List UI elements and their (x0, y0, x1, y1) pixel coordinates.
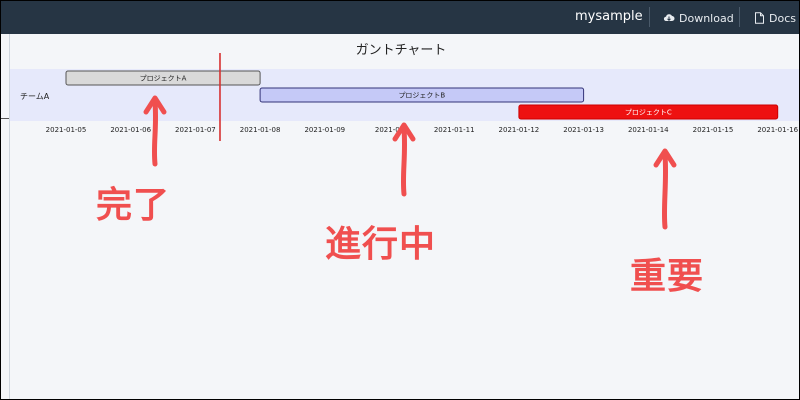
row-label: チームA (20, 92, 50, 101)
x-tick-label: 2021-01-11 (434, 126, 475, 134)
task-label: プロジェクトC (625, 109, 672, 117)
x-tick-label: 2021-01-09 (304, 126, 345, 134)
x-tick-label: 2021-01-06 (110, 126, 151, 134)
task-label: プロジェクトB (398, 92, 445, 100)
x-tick-label: 2021-01-12 (499, 126, 540, 134)
x-tick-label: 2021-01-07 (175, 126, 216, 134)
annotation-critical: 重要 (630, 256, 705, 297)
task-label: プロジェクトA (140, 75, 187, 83)
annotation-arrow-critical (661, 152, 669, 230)
annotation-arrow-active (400, 126, 408, 197)
annotation-done: 完了 (96, 185, 171, 226)
x-tick-label: 2021-01-13 (563, 126, 604, 134)
x-tick-label: 2021-01-14 (628, 126, 669, 134)
x-tick-label: 2021-01-08 (240, 126, 281, 134)
app-frame: mysample Download Docs ガントチャート チームA 2021-… (0, 0, 800, 400)
x-tick-label: 2021-01-05 (46, 126, 87, 134)
x-tick-label: 2021-01-16 (757, 126, 798, 134)
annotation-arrow-done (151, 99, 159, 167)
annotation-active: 進行中 (325, 224, 437, 265)
x-tick-label: 2021-01-15 (693, 126, 734, 134)
